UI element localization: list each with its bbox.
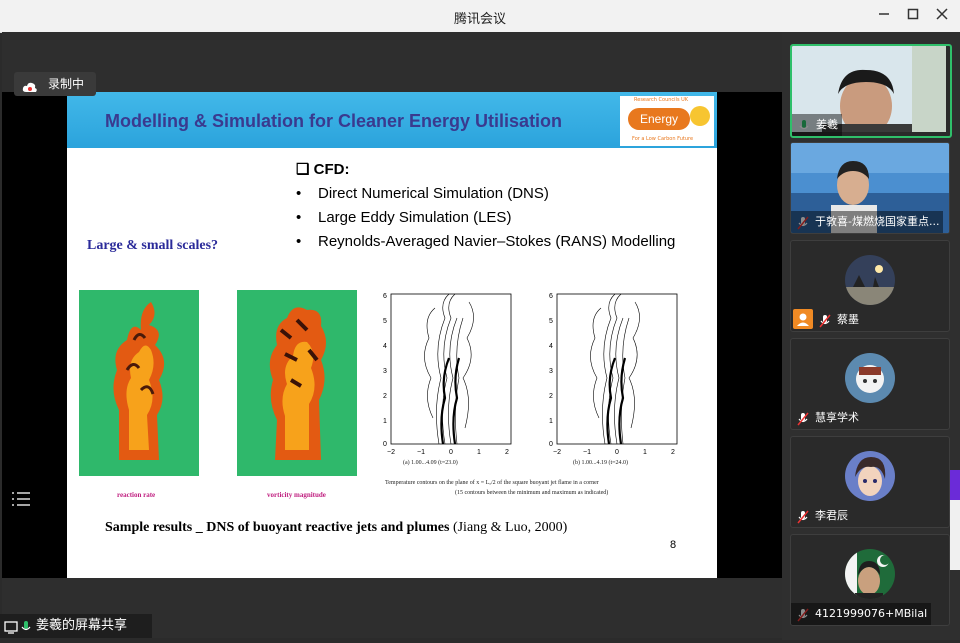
svg-text:−2: −2 — [553, 449, 561, 456]
avatar — [845, 353, 895, 403]
contour-plots-svg: 6 5 4 3 2 1 0 6 5 4 3 2 1 0 −2 −1 0 1 2 −2 −1 0 1 2 — [383, 293, 678, 456]
vorticity-image: vorticity magnitude — [237, 290, 357, 499]
svg-text:1: 1 — [549, 418, 553, 425]
side-tab[interactable] — [950, 500, 960, 570]
svg-text:1: 1 — [477, 449, 481, 456]
svg-text:2: 2 — [671, 449, 675, 456]
svg-text:−1: −1 — [417, 449, 425, 456]
cloud-record-icon — [22, 78, 37, 92]
participant-name: 姜羲 — [792, 114, 842, 136]
plot-footnote: (15 contours between the minimum and max… — [455, 490, 609, 496]
svg-text:2: 2 — [549, 393, 553, 400]
recording-label: 录制中 — [48, 77, 85, 91]
participant-name: 于敦喜-煤燃烧国家重点... — [791, 211, 944, 233]
svg-text:−1: −1 — [583, 449, 591, 456]
svg-text:6: 6 — [383, 293, 387, 300]
svg-text:5: 5 — [549, 318, 553, 325]
plot-caption: (a) 1.00...4.09 (t=23.0) — [403, 460, 458, 466]
participant-tile[interactable]: 4121999076+MBilal — [790, 534, 950, 626]
svg-text:4: 4 — [383, 343, 387, 350]
participant-tile[interactable]: 蔡墨 — [790, 240, 950, 332]
window-title: 腾讯会议 — [453, 12, 506, 27]
image-caption: vorticity magnitude — [267, 491, 326, 499]
presentation-slide: Modelling & Simulation for Cleaner Energ… — [67, 92, 717, 578]
bullet-item: • Direct Numerical Simulation (DNS) — [296, 182, 675, 206]
bullet-text: Large Eddy Simulation (LES) — [318, 209, 512, 226]
participant-tile[interactable]: 于敦喜-煤燃烧国家重点... — [790, 142, 950, 234]
sample-citation: (Jiang & Luo, 2000) — [449, 520, 568, 535]
plot-caption: (b) 1.00...4.19 (t=24.0) — [573, 460, 629, 466]
svg-text:2: 2 — [383, 393, 387, 400]
window-titlebar: 腾讯会议 — [0, 0, 960, 33]
avatar — [845, 255, 895, 305]
scales-question: Large & small scales? — [87, 238, 219, 253]
logo-bottom-text: For a Low Carbon Future — [632, 136, 694, 142]
maximize-icon[interactable] — [903, 6, 923, 26]
image-caption: reaction rate — [117, 491, 156, 499]
participant-tile[interactable]: 李君辰 — [790, 436, 950, 528]
logo-top-text: Research Councils UK — [634, 97, 689, 103]
sample-bold: Sample results _ DNS of buoyant reactive… — [105, 520, 450, 535]
minimize-icon[interactable] — [874, 6, 894, 26]
close-icon[interactable] — [932, 6, 952, 26]
bullet-text: Reynolds-Averaged Navier–Stokes (RANS) M… — [318, 233, 676, 250]
recording-badge[interactable]: 录制中 — [14, 72, 96, 96]
contour-plots: 6 5 4 3 2 1 0 6 5 4 3 2 1 0 −2 −1 0 1 2 −2 −1 0 1 2 (a) 1.00… — [373, 288, 703, 488]
menu-list-icon[interactable] — [10, 490, 32, 508]
participant-name: 蔡墨 — [837, 313, 859, 326]
plot-footnote: Temperature contours on the plane of x =… — [385, 480, 599, 486]
energy-logo: Research Councils UK Energy For a Low Ca… — [620, 96, 714, 146]
cfd-heading: ❑ CFD: — [296, 161, 350, 178]
participant-name: 慧享学术 — [815, 411, 859, 424]
svg-text:6: 6 — [549, 293, 553, 300]
svg-text:2: 2 — [505, 449, 509, 456]
participant-name: 4121999076+MBilal — [791, 603, 932, 625]
sample-results-text: Sample results _ DNS of buoyant reactive… — [105, 520, 567, 536]
participant-tile[interactable]: 慧享学术 — [790, 338, 950, 430]
svg-text:0: 0 — [615, 449, 619, 456]
svg-text:1: 1 — [383, 418, 387, 425]
svg-text:4: 4 — [549, 343, 553, 350]
mic-on-icon — [20, 619, 32, 643]
screen-share-icon — [4, 619, 18, 643]
page-number: 8 — [670, 539, 677, 551]
svg-text:3: 3 — [549, 368, 553, 375]
bullet-text: Direct Numerical Simulation (DNS) — [318, 185, 549, 202]
side-tab-accent[interactable] — [950, 470, 960, 500]
svg-text:5: 5 — [383, 318, 387, 325]
flame-render-1 — [113, 302, 165, 460]
slide-title: Modelling & Simulation for Cleaner Energ… — [105, 111, 563, 131]
slide-banner: Modelling & Simulation for Cleaner Energ… — [67, 92, 717, 148]
svg-text:0: 0 — [549, 441, 553, 448]
svg-text:0: 0 — [383, 441, 387, 448]
user-avatar-icon — [793, 309, 813, 329]
flame-render-2 — [269, 307, 326, 460]
screen-share-status: 姜羲的屏幕共享 — [0, 614, 152, 638]
logo-word: Energy — [628, 108, 690, 130]
avatar — [845, 549, 895, 599]
svg-text:0: 0 — [449, 449, 453, 456]
sun-icon — [690, 106, 710, 126]
bullet-item: • Large Eddy Simulation (LES) — [296, 206, 675, 230]
reaction-rate-image: reaction rate — [79, 290, 199, 499]
bullet-item: • Reynolds-Averaged Navier–Stokes (RANS) … — [296, 230, 675, 254]
participant-name: 李君辰 — [815, 509, 848, 522]
svg-text:−2: −2 — [387, 449, 395, 456]
screen-share-label: 姜羲的屏幕共享 — [36, 618, 128, 633]
avatar — [845, 451, 895, 501]
cfd-list: ❑ CFD: • Direct Numerical Simulation (DNS… — [296, 158, 675, 254]
svg-text:3: 3 — [383, 368, 387, 375]
svg-text:1: 1 — [643, 449, 647, 456]
participant-tile[interactable]: 姜羲 — [790, 44, 952, 138]
